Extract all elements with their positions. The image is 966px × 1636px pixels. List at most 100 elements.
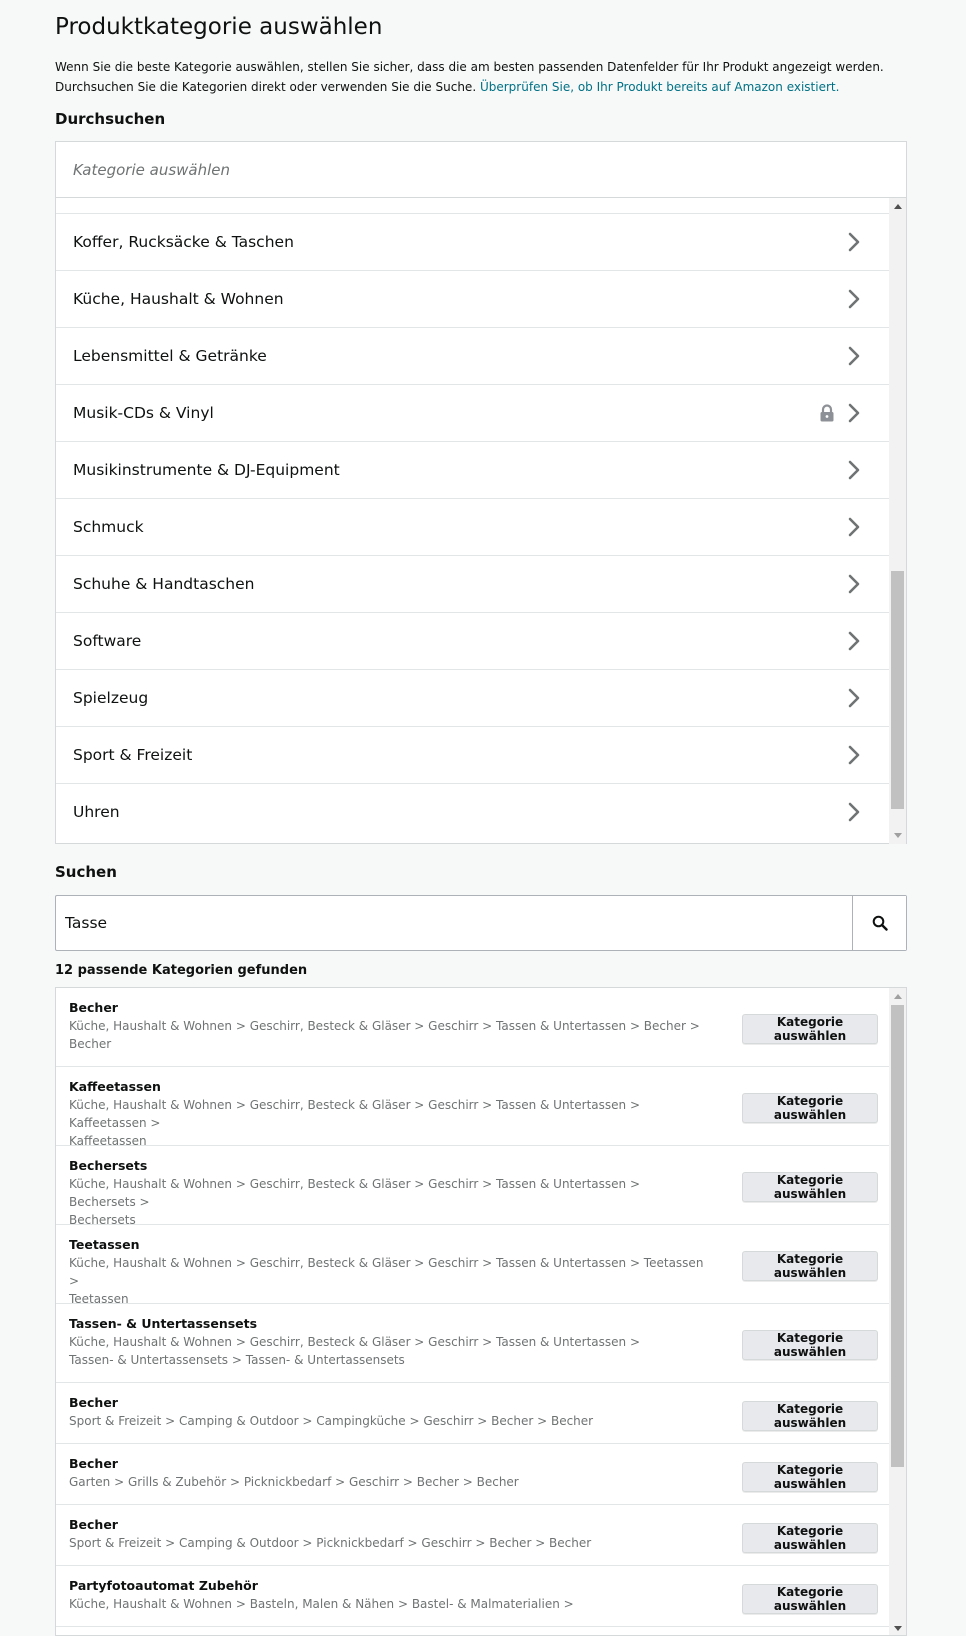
scroll-down-arrow-icon[interactable] [889, 827, 906, 844]
category-item-label: Uhren [73, 803, 120, 821]
result-category-name: Becher [69, 1517, 118, 1532]
category-item-label: Musikinstrumente & DJ-Equipment [73, 461, 340, 479]
select-category-button[interactable]: Kategorie auswählen [742, 1584, 878, 1614]
chevron-right-icon [848, 688, 860, 708]
category-list-scrollbar[interactable] [889, 198, 906, 844]
result-path-line: Küche, Haushalt & Wohnen > Geschirr, Bes… [69, 1177, 640, 1209]
category-item[interactable]: Software [56, 612, 890, 669]
result-row: Becher Sport & Freizeit > Camping & Outdo… [56, 1505, 890, 1566]
results-scrollbar[interactable] [889, 988, 906, 1635]
category-item-label: Schuhe & Handtaschen [73, 575, 255, 593]
chevron-right-icon [848, 517, 860, 537]
lock-icon [820, 404, 834, 422]
result-category-path: Küche, Haushalt & Wohnen > Basteln, Male… [69, 1595, 709, 1613]
category-picker-header[interactable]: Kategorie auswählen [56, 142, 906, 198]
intro-line-2-text: Durchsuchen Sie die Kategorien direkt od… [55, 80, 477, 94]
result-category-name: Becher [69, 1000, 118, 1015]
check-existing-product-link[interactable]: Überprüfen Sie, ob Ihr Produkt bereits a… [480, 80, 839, 94]
result-path-line: Becher [69, 1037, 112, 1051]
result-category-path: Sport & Freizeit > Camping & Outdoor > P… [69, 1534, 709, 1552]
result-path-line: Küche, Haushalt & Wohnen > Geschirr, Bes… [69, 1256, 704, 1288]
category-item[interactable]: Koffer, Rucksäcke & Taschen [56, 213, 890, 270]
result-row: Tassen- & Untertassensets Küche, Haushalt… [56, 1304, 890, 1383]
select-category-button[interactable]: Kategorie auswählen [742, 1462, 878, 1492]
result-row: Bechersets Küche, Haushalt & Wohnen > Ges… [56, 1146, 890, 1227]
category-item[interactable]: Schuhe & Handtaschen [56, 555, 890, 612]
select-category-button[interactable]: Kategorie auswählen [742, 1330, 878, 1360]
search-icon [872, 915, 888, 931]
scroll-up-arrow-icon[interactable] [889, 988, 906, 1005]
result-category-name: Partyfotoautomat Zubehör [69, 1578, 258, 1593]
chevron-right-icon [848, 232, 860, 252]
result-path-line: Küche, Haushalt & Wohnen > Geschirr, Bes… [69, 1019, 700, 1033]
result-category-name: Becher [69, 1395, 118, 1410]
result-category-name: Bechersets [69, 1158, 148, 1173]
scrollbar-thumb[interactable] [891, 1005, 904, 1467]
select-category-button[interactable]: Kategorie auswählen [742, 1523, 878, 1553]
result-category-path: Küche, Haushalt & Wohnen > Geschirr, Bes… [69, 1096, 709, 1150]
category-item-label: Küche, Haushalt & Wohnen [73, 290, 284, 308]
result-category-path: Garten > Grills & Zubehör > Picknickbeda… [69, 1473, 709, 1491]
result-category-path: Küche, Haushalt & Wohnen > Geschirr, Bes… [69, 1017, 709, 1053]
select-category-button[interactable]: Kategorie auswählen [742, 1401, 878, 1431]
search-bar [55, 895, 907, 951]
result-row: Kaffeetassen Küche, Haushalt & Wohnen > G… [56, 1067, 890, 1148]
category-item-label: Koffer, Rucksäcke & Taschen [73, 233, 294, 251]
category-selection-page: Produktkategorie auswählen Wenn Sie die … [0, 0, 966, 1636]
search-section-label: Suchen [55, 863, 117, 881]
scrollbar-thumb[interactable] [891, 571, 904, 809]
chevron-right-icon [848, 460, 860, 480]
result-row: Becher Küche, Haushalt & Wohnen > Geschir… [56, 988, 890, 1067]
category-item-label: Lebensmittel & Getränke [73, 347, 267, 365]
result-category-path: Sport & Freizeit > Camping & Outdoor > C… [69, 1412, 709, 1430]
result-count: 12 passende Kategorien gefunden [55, 963, 308, 978]
category-item-label: Sport & Freizeit [73, 746, 193, 764]
category-item[interactable]: Uhren [56, 783, 890, 840]
select-category-button[interactable]: Kategorie auswählen [742, 1172, 878, 1202]
chevron-right-icon [848, 289, 860, 309]
result-row: Becher Garten > Grills & Zubehör > Pickni… [56, 1444, 890, 1505]
result-category-name: Becher [69, 1456, 118, 1471]
result-path-line: Tassen- & Untertassensets > Tassen- & Un… [69, 1353, 405, 1367]
intro-text: Wenn Sie die beste Kategorie auswählen, … [55, 57, 935, 97]
category-picker-placeholder: Kategorie auswählen [73, 160, 231, 179]
result-path-line: Garten > Grills & Zubehör > Picknickbeda… [69, 1475, 519, 1489]
category-item[interactable]: Musik-CDs & Vinyl [56, 384, 890, 441]
select-category-button[interactable]: Kategorie auswählen [742, 1014, 878, 1044]
result-row: Teetassen Küche, Haushalt & Wohnen > Gesc… [56, 1225, 890, 1306]
result-category-path: Küche, Haushalt & Wohnen > Geschirr, Bes… [69, 1333, 709, 1369]
result-path-line: Sport & Freizeit > Camping & Outdoor > C… [69, 1414, 594, 1428]
select-category-button[interactable]: Kategorie auswählen [742, 1093, 878, 1123]
result-category-name: Tassen- & Untertassensets [69, 1316, 258, 1331]
scroll-down-arrow-icon[interactable] [889, 1620, 906, 1635]
intro-line-2: Durchsuchen Sie die Kategorien direkt od… [55, 77, 935, 97]
category-item-label: Schmuck [73, 518, 144, 536]
search-input[interactable] [56, 896, 852, 950]
category-item[interactable]: Spielzeug [56, 669, 890, 726]
category-item[interactable]: Lebensmittel & Getränke [56, 327, 890, 384]
chevron-right-icon [848, 346, 860, 366]
category-list: Koffer, Rucksäcke & Taschen Küche, Hausha… [56, 198, 890, 844]
browse-panel: Kategorie auswählen Koffer, Rucksäcke & … [55, 141, 907, 844]
result-path-line: Küche, Haushalt & Wohnen > Geschirr, Bes… [69, 1098, 640, 1130]
category-item[interactable]: Musikinstrumente & DJ-Equipment [56, 441, 890, 498]
search-results-panel: Becher Küche, Haushalt & Wohnen > Geschir… [55, 987, 907, 1636]
page-title: Produktkategorie auswählen [55, 14, 383, 40]
chevron-right-icon [848, 802, 860, 822]
result-path-line: Küche, Haushalt & Wohnen > Basteln, Male… [69, 1597, 574, 1611]
result-category-name: Teetassen [69, 1237, 140, 1252]
result-path-line: Küche, Haushalt & Wohnen > Geschirr, Bes… [69, 1335, 640, 1349]
category-item[interactable]: Schmuck [56, 498, 890, 555]
category-item[interactable]: Küche, Haushalt & Wohnen [56, 270, 890, 327]
category-item-label: Musik-CDs & Vinyl [73, 404, 214, 422]
search-button[interactable] [852, 896, 906, 950]
chevron-right-icon [848, 631, 860, 651]
select-category-button[interactable]: Kategorie auswählen [742, 1251, 878, 1281]
result-row: Becher Sport & Freizeit > Camping & Outdo… [56, 1383, 890, 1444]
result-category-path: Küche, Haushalt & Wohnen > Geschirr, Bes… [69, 1175, 709, 1229]
scroll-up-arrow-icon[interactable] [889, 198, 906, 215]
chevron-right-icon [848, 745, 860, 765]
result-path-line: Sport & Freizeit > Camping & Outdoor > P… [69, 1536, 592, 1550]
intro-line-1: Wenn Sie die beste Kategorie auswählen, … [55, 60, 884, 74]
category-item[interactable]: Sport & Freizeit [56, 726, 890, 783]
